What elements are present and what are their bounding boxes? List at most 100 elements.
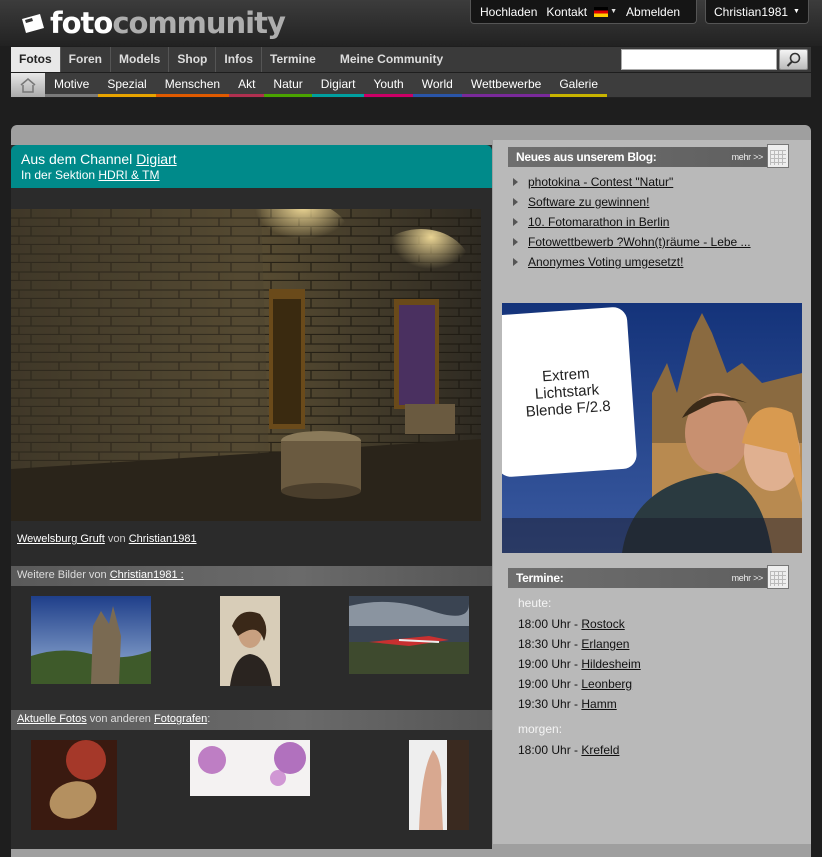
nav-meine-community[interactable]: Meine Community	[332, 47, 451, 72]
arrow-icon	[513, 198, 518, 206]
cat-galerie[interactable]: Galerie	[550, 73, 608, 97]
upload-link[interactable]: Hochladen	[480, 5, 537, 19]
nav-infos[interactable]: Infos	[216, 47, 263, 72]
top-links: Hochladen Kontakt ▼ Abmelden	[470, 0, 697, 24]
event-row: 19:30 Uhr - Hamm	[518, 695, 641, 715]
blog-item[interactable]: Software zu gewinnen!	[513, 192, 751, 212]
thumbnail-portrait[interactable]	[220, 596, 280, 686]
photographers-link[interactable]: Fotografen	[154, 713, 207, 725]
events-more-link[interactable]: mehr >>	[732, 573, 764, 583]
event-row: 18:30 Uhr - Erlangen	[518, 635, 641, 655]
cat-spezial[interactable]: Spezial	[98, 73, 156, 97]
thumbnail-lilac[interactable]	[190, 740, 310, 796]
search-button[interactable]	[779, 49, 808, 70]
section-link[interactable]: HDRI & TM	[98, 168, 159, 182]
language-caret-icon[interactable]: ▼	[610, 8, 617, 15]
cat-natur[interactable]: Natur	[264, 73, 312, 97]
event-city-link[interactable]: Hamm	[581, 697, 616, 711]
calendar-icon	[767, 144, 789, 168]
event-city-link[interactable]: Krefeld	[581, 743, 619, 757]
cat-menschen[interactable]: Menschen	[155, 73, 230, 97]
german-flag-icon[interactable]	[594, 6, 609, 17]
thumbnail-pendant[interactable]	[31, 740, 117, 830]
cat-digiart[interactable]: Digiart	[311, 73, 365, 97]
logo[interactable]: foto community	[20, 6, 286, 40]
thumbnail-plane[interactable]	[349, 596, 469, 674]
user-menu-caret-icon: ▼	[793, 8, 800, 15]
blog-more-link[interactable]: mehr >>	[732, 152, 764, 162]
blog-item-link[interactable]: Software zu gewinnen!	[528, 193, 649, 211]
cat-youth[interactable]: Youth	[364, 73, 413, 97]
tomorrow-label: morgen:	[518, 722, 563, 736]
blog-item-link[interactable]: photokina - Contest "Natur"	[528, 173, 673, 191]
site-header: foto community Hochladen Kontakt ▼ Abmeld…	[0, 0, 822, 46]
thumbnail-rocks[interactable]	[31, 596, 151, 684]
blog-item-link[interactable]: Anonymes Voting umgesetzt!	[528, 253, 683, 271]
home-icon	[20, 78, 36, 93]
ad-text-bubble: Extrem Lichtstark Blende F/2.8	[502, 306, 638, 478]
nav-fotos[interactable]: Fotos	[11, 47, 61, 72]
more-by-bar: Weitere Bilder von Christian1981 :	[11, 566, 492, 586]
cat-motive[interactable]: Motive	[45, 73, 99, 97]
calendar-icon	[767, 565, 789, 589]
section-prefix: In der Sektion	[21, 168, 96, 182]
event-time: 18:00 Uhr -	[518, 617, 582, 631]
logo-text-community: community	[112, 6, 286, 40]
event-city-link[interactable]: Leonberg	[581, 677, 632, 691]
photo-caption: Wewelsburg Gruft von Christian1981	[17, 533, 197, 545]
blog-item[interactable]: Anonymes Voting umgesetzt!	[513, 252, 751, 272]
nav-foren[interactable]: Foren	[61, 47, 112, 72]
cat-akt[interactable]: Akt	[229, 73, 265, 97]
more-by-author-link[interactable]: Christian1981 :	[110, 569, 184, 581]
channel-header: Aus dem Channel Digiart In der Sektion H…	[11, 145, 492, 188]
nav-models[interactable]: Models	[111, 47, 170, 72]
category-nav: Motive Spezial Menschen Akt Natur Digiar…	[11, 73, 811, 98]
blog-item[interactable]: 10. Fotomarathon in Berlin	[513, 212, 751, 232]
photo-title-link[interactable]: Wewelsburg Gruft	[17, 533, 105, 545]
arrow-icon	[513, 238, 518, 246]
event-row: 19:00 Uhr - Hildesheim	[518, 655, 641, 675]
current-photos-link[interactable]: Aktuelle Fotos	[17, 713, 87, 725]
blog-list: photokina - Contest "Natur" Software zu …	[513, 172, 751, 272]
blog-item[interactable]: Fotowettbewerb ?Wohn(t)räume - Lebe ...	[513, 232, 751, 252]
user-menu[interactable]: Christian1981 ▼	[705, 0, 809, 24]
contact-link[interactable]: Kontakt	[546, 5, 587, 19]
event-city-link[interactable]: Rostock	[581, 617, 624, 631]
event-time: 18:00 Uhr -	[518, 743, 582, 757]
current-photos-suffix: :	[207, 713, 211, 725]
thumbnail-window-figure[interactable]	[409, 740, 469, 830]
cat-world[interactable]: World	[412, 73, 462, 97]
events-list: heute: 18:00 Uhr - Rostock 18:30 Uhr - E…	[518, 595, 641, 761]
arrow-icon	[513, 258, 518, 266]
channel-prefix: Aus dem Channel	[21, 151, 133, 167]
featured-photo[interactable]	[11, 209, 481, 521]
channel-link[interactable]: Digiart	[136, 151, 176, 167]
pendant-image	[31, 740, 117, 830]
lilac-flowers-image	[190, 740, 310, 796]
event-time: 18:30 Uhr -	[518, 637, 582, 651]
portrait-woman-image	[220, 596, 280, 686]
airplane-field-image	[349, 596, 469, 674]
current-photos-middle: von anderen	[89, 713, 151, 725]
cat-wettbewerbe[interactable]: Wettbewerbe	[461, 73, 551, 97]
blog-item[interactable]: photokina - Contest "Natur"	[513, 172, 751, 192]
event-city-link[interactable]: Erlangen	[581, 637, 629, 651]
logo-text-foto: foto	[50, 6, 113, 40]
logout-link[interactable]: Abmelden	[626, 5, 680, 19]
blog-item-link[interactable]: 10. Fotomarathon in Berlin	[528, 213, 669, 231]
nav-shop[interactable]: Shop	[169, 47, 217, 72]
event-time: 19:30 Uhr -	[518, 697, 582, 711]
search-icon	[786, 52, 800, 67]
search-input[interactable]	[621, 49, 777, 70]
more-by-prefix: Weitere Bilder von	[17, 569, 107, 581]
home-button[interactable]	[11, 73, 45, 97]
events-title: Termine:	[516, 571, 564, 585]
event-city-link[interactable]: Hildesheim	[581, 657, 640, 671]
blog-item-link[interactable]: Fotowettbewerb ?Wohn(t)räume - Lebe ...	[528, 233, 751, 251]
advertisement-banner[interactable]: Extrem Lichtstark Blende F/2.8	[502, 303, 802, 553]
photo-author-link[interactable]: Christian1981	[129, 533, 197, 545]
current-photos-bar: Aktuelle Fotos von anderen Fotografen:	[11, 710, 492, 730]
events-header: Termine: mehr >>	[508, 565, 789, 589]
nav-termine[interactable]: Termine	[262, 47, 324, 72]
crypt-photo-image	[11, 209, 481, 521]
